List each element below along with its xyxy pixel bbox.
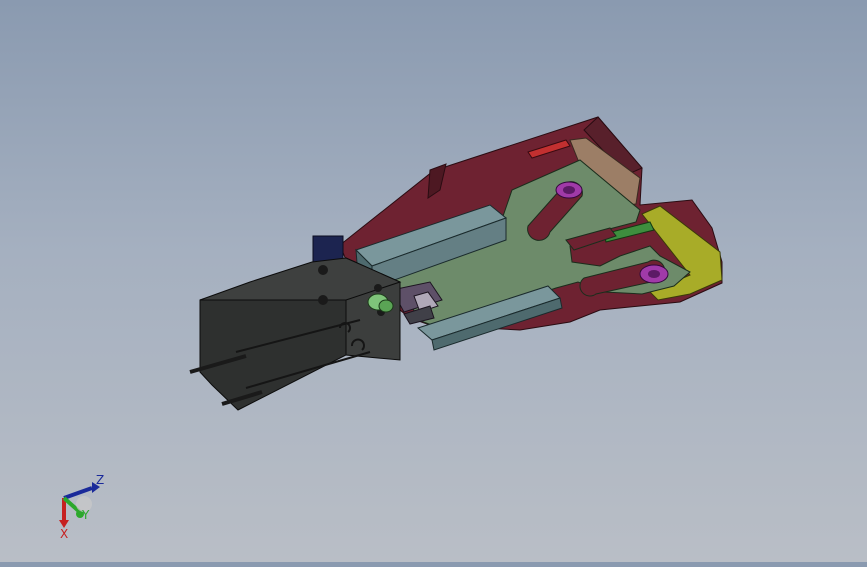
cad-viewport[interactable] [0,0,867,562]
triad-z-axis [63,482,100,500]
triad-z-label: Z [96,473,104,487]
coordinate-triad: Z Y X [52,470,112,541]
screw-bottom[interactable] [639,264,669,284]
screw-top[interactable] [555,181,583,199]
model-view[interactable] [0,0,867,562]
triad-x-label: X [60,527,68,540]
air-cylinder[interactable] [189,257,402,411]
triad-y-label: Y [81,508,90,522]
